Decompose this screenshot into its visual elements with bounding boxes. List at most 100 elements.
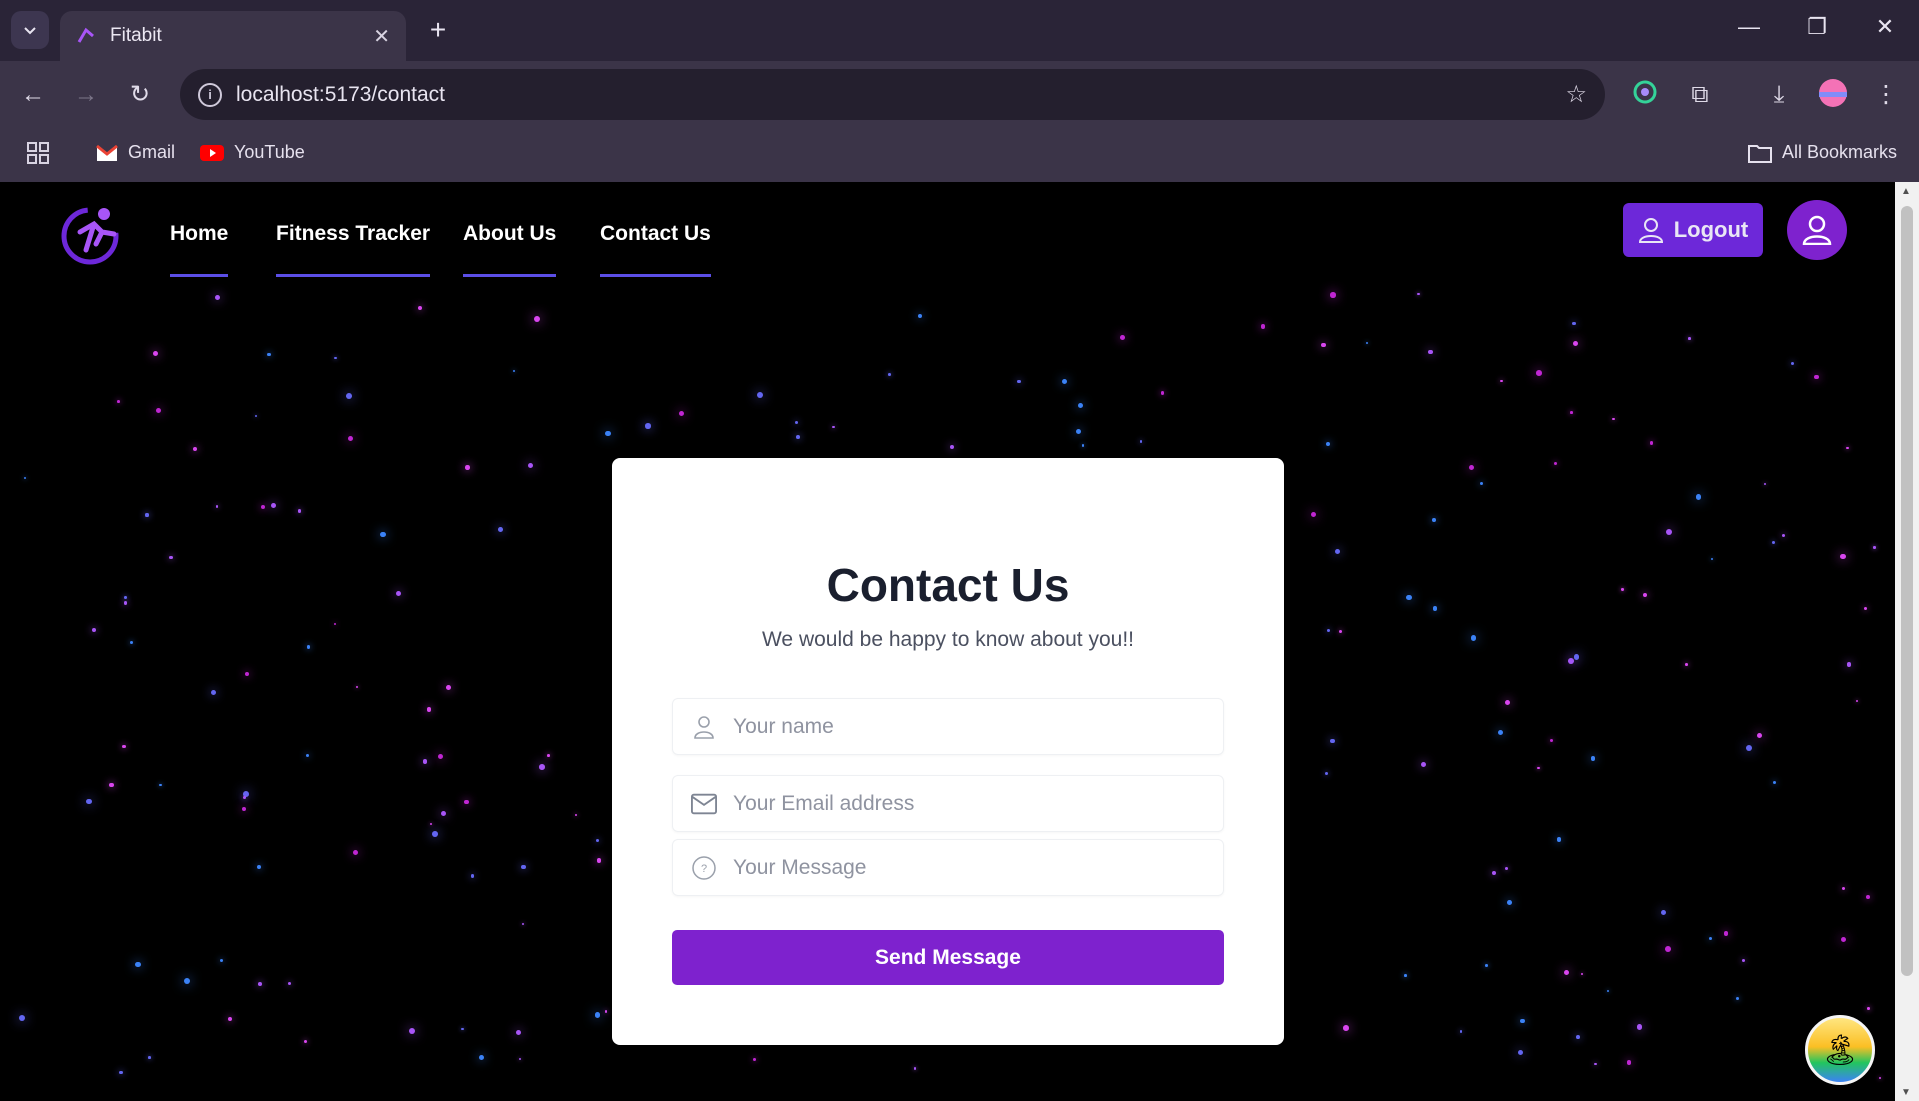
- background-star: [575, 813, 578, 817]
- profile-avatar-icon[interactable]: [1816, 78, 1850, 112]
- background-star: [1406, 594, 1412, 600]
- nav-link-fitness-tracker[interactable]: Fitness Tracker: [276, 222, 431, 277]
- background-star: [1500, 379, 1504, 383]
- background-star: [1310, 511, 1317, 518]
- address-bar[interactable]: i localhost:5173/contact ☆: [180, 69, 1605, 120]
- apps-grid-icon[interactable]: [26, 141, 50, 170]
- background-star: [1343, 1024, 1349, 1031]
- background-star: [288, 981, 292, 986]
- background-star: [794, 420, 799, 425]
- bookmark-gmail[interactable]: Gmail: [96, 142, 175, 163]
- browser-tab[interactable]: Fitabit ✕: [60, 11, 406, 61]
- scroll-up-icon[interactable]: ▲: [1901, 186, 1911, 197]
- nav-link-about-us[interactable]: About Us: [463, 222, 557, 277]
- close-window-icon[interactable]: ✕: [1865, 14, 1905, 40]
- background-star: [109, 782, 114, 787]
- background-star: [1581, 973, 1584, 976]
- background-star: [1573, 654, 1580, 661]
- reload-icon[interactable]: ↻: [122, 80, 158, 110]
- minimize-icon[interactable]: —: [1729, 14, 1769, 40]
- background-star: [1643, 592, 1648, 597]
- background-star: [169, 555, 173, 560]
- background-star: [1120, 335, 1126, 340]
- background-star: [380, 532, 386, 538]
- message-field[interactable]: ?: [672, 839, 1224, 896]
- background-star: [130, 641, 134, 644]
- profile-avatar-button[interactable]: [1787, 200, 1847, 260]
- bookmark-youtube[interactable]: YouTube: [200, 142, 305, 163]
- background-star: [1160, 391, 1164, 395]
- logout-button[interactable]: Logout: [1623, 203, 1763, 257]
- browser-tab-strip: Fitabit ✕ + — ❐ ✕: [0, 0, 1919, 61]
- background-star: [228, 1017, 233, 1022]
- background-star: [1260, 324, 1265, 329]
- background-star: [1081, 444, 1085, 447]
- background-star: [116, 399, 120, 403]
- background-star: [1695, 493, 1702, 500]
- background-star: [1660, 909, 1666, 916]
- restore-icon[interactable]: ❐: [1797, 14, 1837, 40]
- all-bookmarks-label: All Bookmarks: [1782, 142, 1898, 162]
- background-star: [470, 873, 475, 878]
- background-star: [521, 864, 526, 869]
- extensions-puzzle-icon[interactable]: ⧉: [1683, 78, 1717, 112]
- background-star: [1866, 894, 1870, 899]
- all-bookmarks[interactable]: All Bookmarks: [1748, 142, 1897, 163]
- background-star: [122, 744, 126, 748]
- background-star: [1321, 342, 1327, 348]
- scrollbar-thumb[interactable]: [1901, 206, 1913, 976]
- nav-link-contact-us[interactable]: Contact Us: [600, 222, 711, 277]
- background-star: [1665, 528, 1672, 535]
- background-star: [119, 1070, 123, 1075]
- new-tab-button[interactable]: +: [420, 16, 456, 46]
- background-star: [23, 477, 27, 480]
- page-viewport: Home Fitness Tracker About Us Contact Us…: [0, 182, 1895, 1101]
- forward-icon[interactable]: →: [68, 80, 104, 110]
- tab-search-button[interactable]: [11, 11, 49, 49]
- background-star: [220, 958, 224, 962]
- background-star: [1432, 606, 1438, 611]
- background-star: [1537, 766, 1540, 770]
- send-message-button[interactable]: Send Message: [672, 930, 1224, 985]
- background-star: [1790, 361, 1794, 365]
- message-input[interactable]: [733, 855, 1205, 880]
- name-field[interactable]: [672, 698, 1224, 755]
- background-star: [1576, 1035, 1581, 1040]
- background-star: [950, 444, 955, 449]
- scroll-down-icon[interactable]: ▼: [1901, 1087, 1911, 1098]
- fitabit-logo-icon[interactable]: [60, 202, 124, 266]
- background-star: [1432, 518, 1436, 523]
- background-star: [757, 392, 764, 399]
- folder-icon: [1748, 144, 1772, 163]
- background-star: [604, 430, 611, 437]
- background-star: [1017, 379, 1021, 384]
- background-star: [1326, 442, 1331, 447]
- download-icon[interactable]: ⤓: [1762, 78, 1796, 112]
- nav-link-home[interactable]: Home: [170, 222, 229, 277]
- floating-beach-widget-icon[interactable]: 🏝: [1805, 1015, 1875, 1085]
- background-star: [409, 1028, 415, 1035]
- back-icon[interactable]: ←: [15, 80, 51, 110]
- background-star: [595, 839, 599, 843]
- user-icon: [1638, 218, 1663, 243]
- user-icon: [691, 714, 717, 740]
- email-input[interactable]: [733, 791, 1205, 816]
- background-star: [242, 796, 246, 799]
- bookmark-star-icon[interactable]: ☆: [1565, 80, 1587, 109]
- menu-kebab-icon[interactable]: ⋮: [1869, 78, 1903, 112]
- background-star: [395, 590, 401, 596]
- email-field[interactable]: [672, 775, 1224, 832]
- name-input[interactable]: [733, 714, 1205, 739]
- background-star: [1708, 936, 1713, 941]
- background-star: [1572, 321, 1576, 326]
- background-star: [19, 1015, 26, 1022]
- background-star: [1075, 428, 1081, 434]
- background-star: [1549, 739, 1553, 743]
- background-star: [417, 305, 422, 310]
- background-star: [1330, 292, 1336, 298]
- extension-circle-icon[interactable]: [1628, 78, 1662, 112]
- background-star: [645, 423, 651, 429]
- page-scrollbar[interactable]: ▲ ▼: [1895, 182, 1919, 1101]
- site-info-icon[interactable]: i: [198, 82, 222, 107]
- close-tab-icon[interactable]: ✕: [373, 24, 390, 49]
